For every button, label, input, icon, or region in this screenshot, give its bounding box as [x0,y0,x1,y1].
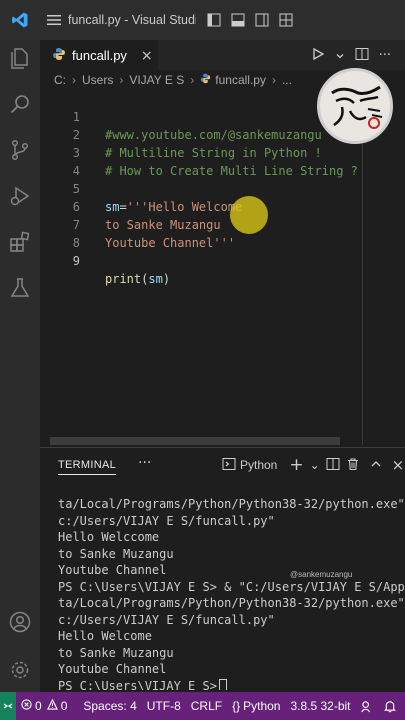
terminal-line: to Sanke Muzangu [58,546,174,561]
activity-bar [0,40,40,692]
close-panel-icon[interactable]: × [392,456,405,474]
terminal-line: to Sanke Muzangu [58,645,174,660]
code-line: 8 [40,216,405,250]
search-icon[interactable] [4,88,36,120]
run-debug-icon[interactable] [4,180,36,212]
tab-funcall-py[interactable]: funcall.py × [40,40,158,70]
panel-more-icon[interactable]: ··· [138,455,151,471]
code-line: 5 sm='''Hello Welcome [40,162,405,214]
tab-terminal[interactable]: TERMINAL [58,459,117,475]
hamburger-menu-icon[interactable] [40,0,68,40]
breadcrumb-file[interactable]: funcall.py [215,73,266,87]
error-icon [21,699,32,713]
terminal-line: ta/Local/Programs/Python/Python38-32/pyt… [58,497,405,511]
feedback-icon[interactable] [356,700,379,713]
run-options-chevron-icon[interactable] [335,46,345,65]
code-line: 7 Youtube Channel''' [40,198,405,250]
braces-icon: {} [232,699,241,713]
problems-indicator[interactable]: 0 0 [16,698,72,713]
code-line: 4 [40,144,405,178]
toggle-primary-sidebar-icon[interactable] [202,0,226,40]
terminal-line: c:/Users/VIJAY E S/funcall.py" [58,612,275,627]
paren-token: ) [162,272,171,286]
terminal-profile-button[interactable]: Python [222,457,277,474]
more-actions-icon[interactable]: ··· [379,48,391,63]
notifications-bell-icon[interactable] [379,700,401,713]
language-label: Python [243,699,281,713]
split-terminal-icon[interactable] [326,457,340,474]
warning-count: 0 [60,699,68,713]
accounts-icon[interactable] [4,606,36,638]
variable-token: sm [148,272,163,286]
code-line: 6 to Sanke Muzangu [40,180,405,232]
code-line: 9 print(sm) [40,234,405,286]
panel-header: TERMINAL ··· Python + ⌄ × [40,448,405,482]
mouse-cursor-highlight [230,196,268,234]
channel-handle-watermark: @sankemuzangu [290,570,353,579]
terminal-line: Hello Welccome [58,530,160,544]
tab-close-button[interactable]: × [141,48,153,64]
toggle-panel-icon[interactable] [226,0,250,40]
breadcrumb-user-folder[interactable]: VIJAY E S [129,73,184,87]
window-title: funcall.py - Visual Studi... [68,13,196,27]
breadcrumb-symbols[interactable]: ... [282,73,292,87]
interpreter-status[interactable]: 3.8.5 32-bit [285,699,355,713]
extensions-icon[interactable] [4,226,36,258]
terminal-line: PS C:\Users\VIJAY E S> & "C:/Users/VIJAY… [58,579,405,594]
chevron-right-icon: › [72,73,76,87]
split-editor-icon[interactable] [355,46,369,65]
eol-status[interactable]: CRLF [186,699,227,713]
run-python-file-icon[interactable] [311,46,325,65]
new-terminal-button[interactable]: + [289,455,303,475]
manage-gear-icon[interactable] [4,654,36,686]
remote-indicator-icon[interactable] [0,692,16,720]
explorer-icon[interactable] [4,42,36,74]
vscode-logo-icon[interactable] [0,0,40,40]
error-count: 0 [35,699,42,713]
terminal-profile-label: Python [240,458,278,472]
breadcrumb-users[interactable]: Users [82,73,113,87]
warning-icon [46,698,58,713]
function-token: print [105,272,142,286]
kill-terminal-trash-icon[interactable] [346,457,360,474]
line-number: 9 [72,254,80,268]
breadcrumb-drive[interactable]: C: [54,73,66,87]
title-bar: funcall.py - Visual Studi... [0,0,405,40]
terminal-line: Hello Welcome [58,629,152,643]
testing-icon[interactable] [4,272,36,304]
horizontal-scrollbar[interactable] [50,437,340,445]
source-control-icon[interactable] [4,134,36,166]
chevron-right-icon: › [119,73,124,87]
python-file-icon [52,47,66,65]
language-mode-status[interactable]: {} Python [227,699,285,713]
python-file-icon [200,73,211,87]
toggle-secondary-sidebar-icon[interactable] [250,0,274,40]
terminal-cursor [218,678,227,690]
terminal-output[interactable]: ta/Local/Programs/Python/Python38-32/pyt… [40,490,405,690]
terminal-prompt: PS C:\Users\VIJAY E S> [58,678,217,691]
terminal-line: c:/Users/VIJAY E S/funcall.py" [58,513,275,528]
terminal-prompt-line: PS C:\Users\VIJAY E S> [58,678,227,691]
terminal-line: Youtube Channel [58,563,167,577]
chevron-right-icon: › [271,73,276,87]
customize-layout-icon[interactable] [274,0,298,40]
terminal-line: Youtube Channel [58,662,167,676]
terminal-dropdown-chevron-icon[interactable]: ⌄ [310,458,320,472]
terminal-icon [222,457,236,474]
chevron-right-icon: › [190,73,195,87]
terminal-line: ta/Local/Programs/Python/Python38-32/pyt… [58,596,405,610]
indentation-status[interactable]: Spaces: 4 [78,699,141,713]
channel-logo-watermark [317,68,393,144]
encoding-status[interactable]: UTF-8 [142,699,186,713]
tab-label: funcall.py [72,48,127,63]
status-bar: 0 0 Spaces: 4 UTF-8 CRLF {} Python 3.8.5… [0,692,405,720]
editor-tab-strip: funcall.py × ··· [40,40,405,70]
maximize-panel-chevron-icon[interactable] [370,458,382,473]
